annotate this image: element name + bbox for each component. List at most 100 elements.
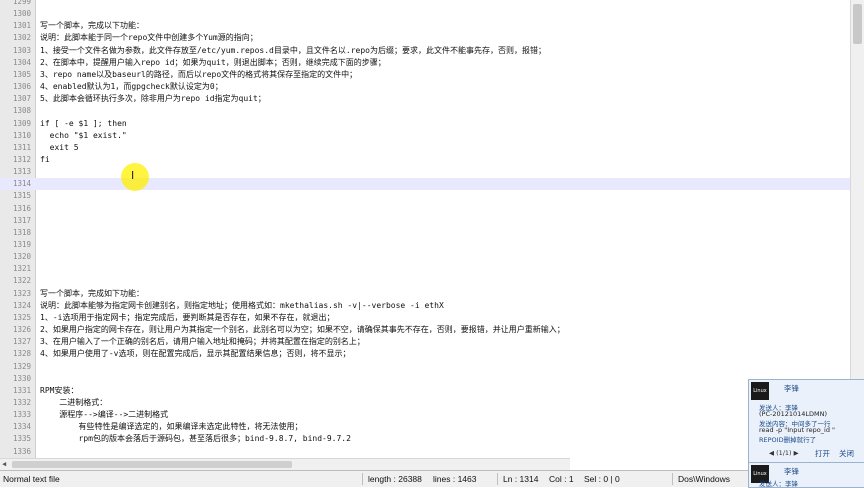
editor-line[interactable]: 1301 写一个脚本，完成以下功能： (0, 20, 850, 32)
editor-line[interactable]: 1336 (0, 446, 850, 458)
editor-line[interactable]: 1318 (0, 227, 850, 239)
line-number: 1315 (12, 191, 31, 201)
editor-line[interactable]: 1334 有些特性是编译选定的，如果编译未选定此特性，将无法使用； (0, 421, 850, 433)
editor-line[interactable]: 1304 2、在脚本中，提醒用户输入repo id；如果为quit，则退出脚本；否… (0, 57, 850, 69)
editor-line[interactable]: 1329 (0, 361, 850, 373)
line-text[interactable]: 2、如果用户指定的网卡存在，则让用户为其指定一个别名，此别名可以为空；如果不空，… (40, 324, 565, 336)
editor-line[interactable]: 1322 (0, 275, 850, 287)
editor-line[interactable]: 1324 说明：此脚本能够为指定网卡创建别名，则指定地址；使用格式如：mketha… (0, 300, 850, 312)
editor-line[interactable]: 1326 2、如果用户指定的网卡存在，则让用户为其指定一个别名，此别名可以为空；如… (0, 324, 850, 336)
status-separator (497, 473, 498, 485)
editor-line[interactable]: 1308 (0, 105, 850, 117)
doc-lines: lines : 1463 (433, 474, 477, 484)
editor-line[interactable]: 1303 1、接受一个文件名做为参数，此文件存放至/etc/yum.repos.d… (0, 45, 850, 57)
message-tail: REPOID删掉就行了 (759, 436, 817, 444)
editor-line[interactable]: 1309 if [ -e $1 ]; then (0, 118, 850, 130)
editor-line[interactable]: 1317 (0, 215, 850, 227)
editor-line[interactable]: 1332 二进制格式： (0, 397, 850, 409)
contact-name: 李锋 (784, 467, 799, 476)
status-separator (672, 473, 673, 485)
line-text[interactable]: 4、如果用户使用了-v选项，则在配置完成后，显示其配置结果信息；否则，将不显示； (40, 348, 350, 360)
editor-line[interactable]: 1299 (0, 0, 850, 8)
editor-line[interactable]: 1327 3、在用户输入了一个正确的别名后，请用户输入地址和掩码；并将其配置在指定… (0, 336, 850, 348)
line-number: 1316 (12, 203, 31, 213)
editor-line[interactable]: 1323 写一个脚本，完成如下功能： (0, 288, 850, 300)
chat-notification-popup[interactable]: Linux 李锋 发送人：李锋 (PC-20121014LDMN) 发送内容：中… (748, 379, 864, 463)
contact-name: 李锋 (784, 384, 799, 393)
line-number: 1328 (12, 349, 31, 359)
line-number: 1336 (12, 446, 31, 456)
editor-line[interactable]: 1307 5、此脚本会循环执行多次，除非用户为repo id指定为quit； (0, 93, 850, 105)
line-number: 1313 (12, 167, 31, 177)
close-button[interactable]: 关闭 (839, 448, 854, 459)
editor-line[interactable]: 1319 (0, 239, 850, 251)
line-number: 1318 (12, 227, 31, 237)
line-number: 1305 (12, 69, 31, 79)
editor-line[interactable]: 1315 (0, 190, 850, 202)
line-text[interactable]: 3、repo name以及baseurl的路径，而后以repo文件的格式将其保存… (40, 69, 357, 81)
line-number: 1302 (12, 33, 31, 43)
line-number: 1320 (12, 252, 31, 262)
line-text[interactable]: fi (40, 154, 50, 166)
doc-length: length : 26388 (368, 474, 422, 484)
selection-info: Sel : 0 | 0 (584, 474, 620, 484)
vertical-scroll-thumb[interactable] (853, 4, 862, 44)
line-text[interactable]: 5、此脚本会循环执行多次，除非用户为repo id指定为quit； (40, 93, 266, 105)
line-text[interactable]: 说明：此脚本能于同一个repo文件中创建多个Yum源的指向； (40, 32, 258, 44)
line-number: 1309 (12, 118, 31, 128)
horizontal-scrollbar[interactable]: ◀ (0, 458, 570, 470)
editor-line[interactable]: 1311 exit 5 (0, 142, 850, 154)
editor-line[interactable]: 1300 (0, 8, 850, 20)
line-number: 1334 (12, 422, 31, 432)
line-number: 1303 (12, 45, 31, 55)
line-number: 1329 (12, 361, 31, 371)
editor-line[interactable]: 1305 3、repo name以及baseurl的路径，而后以repo文件的格式… (0, 69, 850, 81)
editor-line[interactable]: 1310 echo "$1 exist." (0, 130, 850, 142)
open-button[interactable]: 打开 (815, 448, 830, 459)
line-number: 1326 (12, 325, 31, 335)
editor-area[interactable]: 1299 1300 1301 写一个脚本，完成以下功能： 1302 说明：此脚本能于同一个… (0, 0, 850, 458)
line-text[interactable]: RPM安装： (40, 385, 78, 397)
line-number: 1312 (12, 154, 31, 164)
avatar: Linux (751, 382, 769, 400)
line-text[interactable]: exit 5 (40, 142, 79, 154)
status-separator (362, 473, 363, 485)
line-text[interactable]: 二进制格式： (40, 397, 107, 409)
line-text[interactable]: 有些特性是编译选定的，如果编译未选定此特性，将无法使用； (40, 421, 303, 433)
line-text[interactable]: 写一个脚本，完成如下功能： (40, 288, 144, 300)
line-number: 1308 (12, 106, 31, 116)
editor-line[interactable]: 1316 (0, 203, 850, 215)
line-number: 1304 (12, 57, 31, 67)
line-number: 1314 (12, 179, 31, 189)
line-text[interactable]: 写一个脚本，完成以下功能： (40, 20, 144, 32)
editor-line[interactable]: 1333 源程序-->编译-->二进制格式 (0, 409, 850, 421)
status-bar: Normal text file length : 26388 lines : … (0, 470, 864, 487)
line-text[interactable]: 1、-i选项用于指定网卡；指定完成后，要判断其是否存在，如果不存在，就退出； (40, 312, 334, 324)
scroll-left-arrow-icon[interactable]: ◀ (2, 460, 6, 468)
editor-line[interactable]: 1328 4、如果用户使用了-v选项，则在配置完成后，显示其配置结果信息；否则，将… (0, 348, 850, 360)
line-number: 1322 (12, 276, 31, 286)
editor-line[interactable]: 1302 说明：此脚本能于同一个repo文件中创建多个Yum源的指向； (0, 32, 850, 44)
line-text[interactable]: rpm包的版本会落后于源码包，甚至落后很多；bind-9.8.7, bind-9… (40, 433, 351, 445)
line-text[interactable]: 4、enabled默认为1，而gpgcheck默认设定为0； (40, 81, 223, 93)
line-text[interactable]: if [ -e $1 ]; then (40, 118, 127, 130)
editor-line[interactable]: 1331 RPM安装： (0, 385, 850, 397)
editor-line[interactable]: 1321 (0, 263, 850, 275)
editor-line[interactable]: 1325 1、-i选项用于指定网卡；指定完成后，要判断其是否存在，如果不存在，就退… (0, 312, 850, 324)
editor-line[interactable]: 1335 rpm包的版本会落后于源码包，甚至落后很多；bind-9.8.7, b… (0, 433, 850, 445)
line-text[interactable]: 1、接受一个文件名做为参数，此文件存放至/etc/yum.repos.d目录中，… (40, 45, 546, 57)
line-text[interactable]: 2、在脚本中，提醒用户输入repo id；如果为quit，则退出脚本；否则，继续… (40, 57, 386, 69)
chat-notification-popup[interactable]: Linux 李锋 发送人：李锋 (748, 462, 864, 488)
editor-line[interactable]: 1320 (0, 251, 850, 263)
line-text[interactable]: echo "$1 exist." (40, 130, 127, 142)
editor-line[interactable]: 1330 (0, 373, 850, 385)
line-text[interactable]: 说明：此脚本能够为指定网卡创建别名，则指定地址；使用格式如：mkethalias… (40, 300, 444, 312)
message-pager[interactable]: ◀ (1/1) ▶ (769, 449, 799, 457)
editor-line[interactable]: 1306 4、enabled默认为1，而gpgcheck默认设定为0； (0, 81, 850, 93)
line-text[interactable]: 源程序-->编译-->二进制格式 (40, 409, 168, 421)
horizontal-scroll-thumb[interactable] (12, 461, 292, 468)
line-number: 1299 (12, 0, 31, 6)
line-number: 1311 (12, 142, 31, 152)
file-type: Normal text file (3, 474, 60, 484)
line-text[interactable]: 3、在用户输入了一个正确的别名后，请用户输入地址和掩码；并将其配置在指定的别名上… (40, 336, 365, 348)
